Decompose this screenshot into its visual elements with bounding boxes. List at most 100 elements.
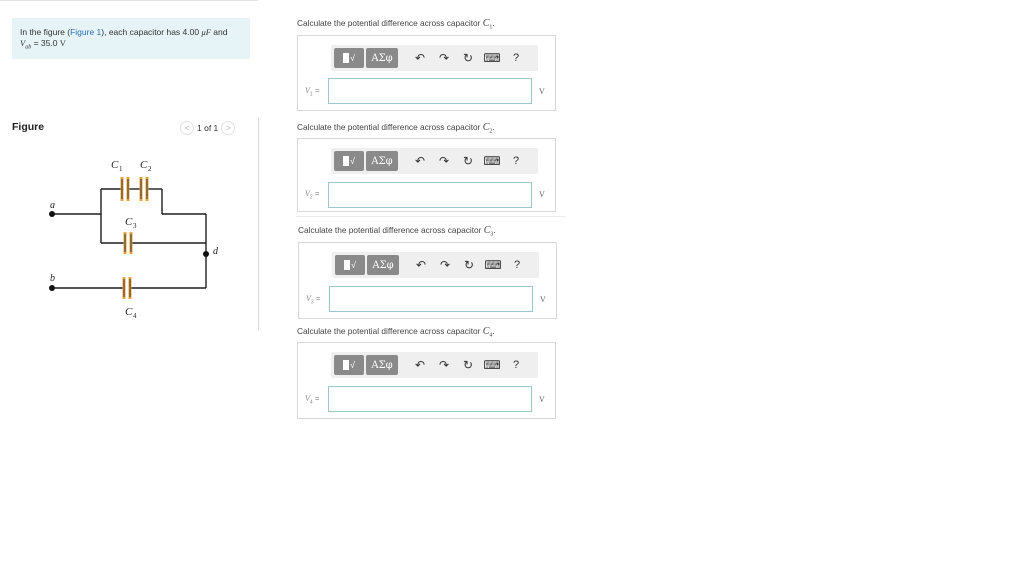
label-c1: C (111, 159, 119, 171)
answer-panel-3: √ ΑΣφ ↶ ↷ ↻ ⌨ ? V3 = V (298, 242, 557, 319)
reset-icon[interactable]: ↻ (458, 154, 478, 168)
help-icon[interactable]: ? (506, 359, 526, 371)
label-c4: C (125, 306, 133, 318)
question-end: . (493, 225, 496, 235)
problem-text: In the figure ( (20, 27, 71, 37)
terminal-a (49, 211, 55, 217)
terminal-b (49, 285, 55, 291)
keyboard-icon[interactable]: ⌨ (483, 258, 503, 272)
figure-link[interactable]: Figure 1 (70, 27, 101, 37)
problem-line-2: Vab = 35.0 V (20, 38, 250, 54)
undo-icon[interactable]: ↶ (410, 154, 430, 168)
symbols-button[interactable]: ΑΣφ (366, 151, 398, 171)
answer-input-v2[interactable] (328, 182, 532, 208)
equals-sign: = (312, 189, 320, 198)
radical-icon: √ (351, 260, 356, 270)
node-d (203, 251, 209, 257)
template-square-icon (343, 53, 350, 63)
answer-input-v1[interactable] (328, 78, 532, 104)
reset-icon[interactable]: ↻ (459, 258, 479, 272)
label-c3-sub: 3 (133, 222, 137, 230)
templates-button[interactable]: √ (334, 355, 364, 375)
undo-icon[interactable]: ↶ (410, 51, 430, 65)
redo-icon[interactable]: ↷ (434, 51, 454, 65)
reset-icon[interactable]: ↻ (458, 358, 478, 372)
capacitor-c2 (139, 177, 149, 201)
question-text: Calculate the potential difference acros… (297, 326, 483, 336)
templates-button[interactable]: √ (335, 255, 365, 275)
template-square-icon (343, 360, 350, 370)
equals-sign: = (313, 294, 321, 303)
problem-text: and (210, 27, 228, 37)
unit-label: V (539, 87, 545, 96)
problem-statement: In the figure (Figure 1), each capacitor… (12, 18, 250, 59)
redo-icon[interactable]: ↷ (434, 154, 454, 168)
question-4: Calculate the potential difference acros… (297, 326, 495, 339)
label-c2-sub: 2 (148, 165, 152, 173)
panel-divider (258, 118, 259, 330)
math-toolbar: √ ΑΣφ ↶ ↷ ↻ ⌨ ? (332, 252, 539, 278)
redo-icon[interactable]: ↷ (435, 258, 455, 272)
symbols-button[interactable]: ΑΣφ (366, 48, 398, 68)
problem-line-1: In the figure (Figure 1), each capacitor… (20, 27, 250, 38)
math-toolbar: √ ΑΣφ ↶ ↷ ↻ ⌨ ? (331, 45, 538, 71)
radical-icon: √ (350, 156, 355, 166)
radical-icon: √ (350, 360, 355, 370)
label-c1-sub: 1 (119, 165, 123, 173)
templates-button[interactable]: √ (334, 151, 364, 171)
template-square-icon (343, 156, 350, 166)
equals-sign: = (312, 394, 320, 403)
answer-label: V1 = (305, 86, 320, 98)
question-end: . (492, 18, 495, 28)
equals-sign: = (312, 86, 320, 95)
help-icon[interactable]: ? (507, 259, 527, 271)
help-icon[interactable]: ? (506, 52, 526, 64)
template-square-icon (344, 260, 351, 270)
radical-icon: √ (350, 53, 355, 63)
label-b: b (50, 273, 55, 284)
prev-figure-button[interactable]: < (180, 121, 194, 135)
undo-icon[interactable]: ↶ (410, 358, 430, 372)
figure-pager: < 1 of 1 > (180, 121, 236, 135)
label-d: d (213, 246, 219, 257)
symbols-button[interactable]: ΑΣφ (366, 355, 398, 375)
help-icon[interactable]: ? (506, 155, 526, 167)
capacitor-c4 (122, 277, 132, 299)
undo-icon[interactable]: ↶ (411, 258, 431, 272)
question-text: Calculate the potential difference acros… (297, 18, 483, 28)
problem-text: ), each capacitor has 4.00 (101, 27, 202, 37)
unit-label: V (539, 395, 545, 404)
question-end: . (492, 122, 495, 132)
question-text: Calculate the potential difference acros… (298, 225, 484, 235)
answer-panel-1: √ ΑΣφ ↶ ↷ ↻ ⌨ ? V1 = V (297, 35, 556, 111)
unit-label: V (539, 190, 545, 199)
label-c2: C (140, 159, 148, 171)
next-figure-button[interactable]: > (221, 121, 236, 135)
reset-icon[interactable]: ↻ (458, 51, 478, 65)
templates-button[interactable]: √ (334, 48, 364, 68)
symbols-button[interactable]: ΑΣφ (367, 255, 399, 275)
keyboard-icon[interactable]: ⌨ (482, 51, 502, 65)
math-toolbar: √ ΑΣφ ↶ ↷ ↻ ⌨ ? (331, 352, 538, 378)
answer-panel-2: √ ΑΣφ ↶ ↷ ↻ ⌨ ? V2 = V (297, 138, 556, 212)
capacitor-c3 (123, 232, 133, 254)
label-c3: C (125, 216, 133, 228)
answer-input-v3[interactable] (329, 286, 533, 312)
question-end: . (492, 326, 495, 336)
math-toolbar: √ ΑΣφ ↶ ↷ ↻ ⌨ ? (331, 148, 538, 174)
answer-input-v4[interactable] (328, 386, 532, 412)
keyboard-icon[interactable]: ⌨ (482, 358, 502, 372)
answer-label: V2 = (305, 189, 320, 201)
question-1: Calculate the potential difference acros… (297, 18, 495, 31)
part-separator (296, 216, 566, 217)
keyboard-icon[interactable]: ⌨ (482, 154, 502, 168)
capacitor-c1 (120, 177, 130, 201)
label-c4-sub: 4 (133, 312, 137, 320)
redo-icon[interactable]: ↷ (434, 358, 454, 372)
question-2: Calculate the potential difference acros… (297, 122, 495, 135)
question-3: Calculate the potential difference acros… (298, 225, 496, 238)
top-divider (0, 0, 258, 1)
capacitance-unit: μF (201, 27, 211, 37)
voltage-unit: V (59, 38, 66, 48)
circuit-diagram: a b d C 1 C 2 C 3 C 4 (49, 159, 219, 320)
